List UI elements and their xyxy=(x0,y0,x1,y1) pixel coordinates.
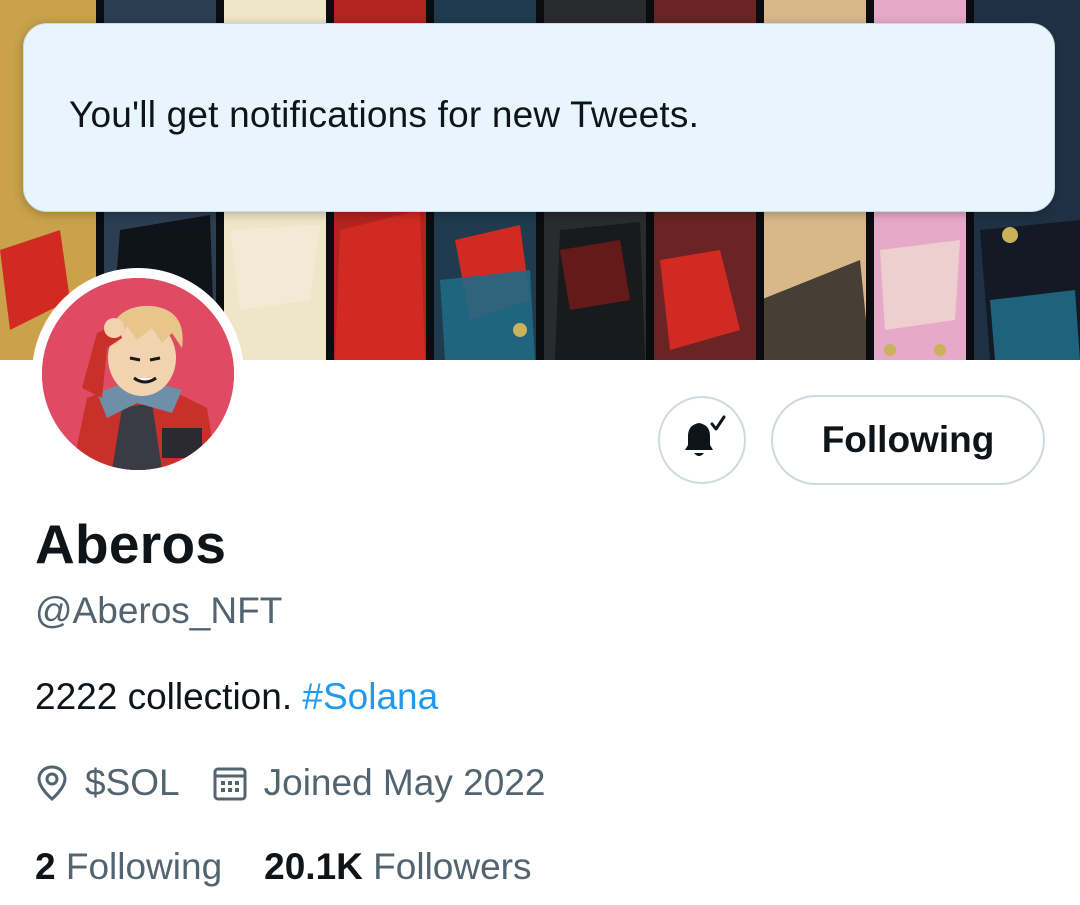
follow-stats: 2 Following 20.1K Followers xyxy=(35,846,532,888)
user-handle: @Aberos_NFT xyxy=(35,590,283,631)
avatar-image xyxy=(42,278,234,470)
following-label: Following xyxy=(65,846,223,887)
followers-stat-link[interactable]: 20.1K Followers xyxy=(264,846,531,888)
calendar-icon xyxy=(212,764,248,802)
bio-text: 2222 collection. xyxy=(35,676,293,717)
location-pin-icon xyxy=(35,764,69,802)
notifications-button[interactable] xyxy=(658,396,746,484)
avatar[interactable] xyxy=(32,268,244,480)
profile-meta: $SOL Joined May 2022 xyxy=(35,758,545,808)
display-name: Aberos xyxy=(35,513,227,575)
location-text: $SOL xyxy=(85,762,180,803)
following-stat-link[interactable]: 2 Following xyxy=(35,846,222,888)
joined-date: Joined May 2022 xyxy=(263,762,546,803)
notification-toast: You'll get notifications for new Tweets. xyxy=(23,23,1055,212)
following-button[interactable]: Following xyxy=(771,395,1045,485)
toast-message: You'll get notifications for new Tweets. xyxy=(69,94,700,135)
bell-check-icon xyxy=(676,412,728,469)
followers-count: 20.1K xyxy=(264,846,363,887)
following-count: 2 xyxy=(35,846,56,887)
bio-hashtag-link[interactable]: #Solana xyxy=(302,676,438,717)
bio: 2222 collection. #Solana xyxy=(35,676,438,718)
followers-label: Followers xyxy=(373,846,532,887)
